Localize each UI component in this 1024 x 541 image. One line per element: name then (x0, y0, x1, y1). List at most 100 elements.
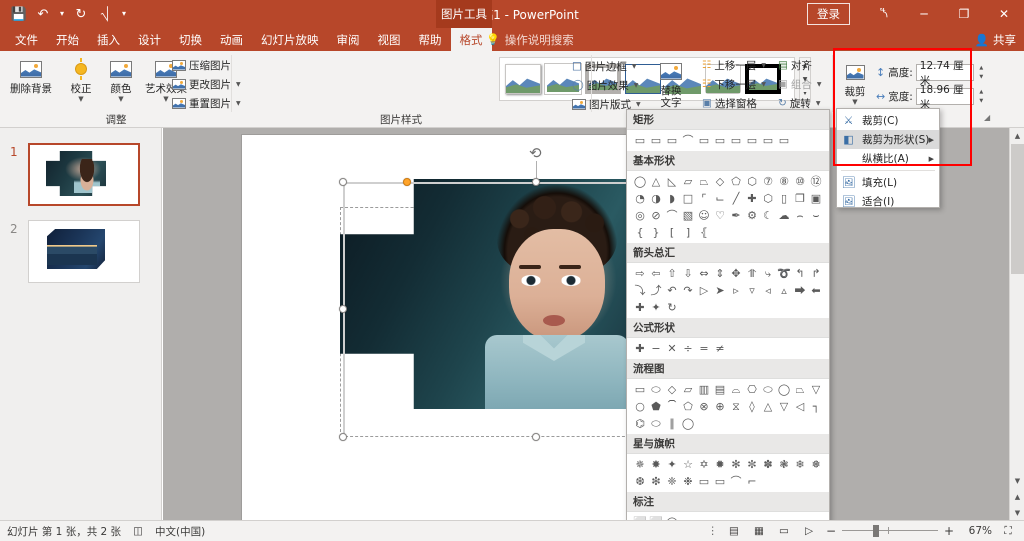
shape-item[interactable]: ✽ (760, 457, 776, 472)
send-backward-button[interactable]: ☷ 下移一层 ▼ (700, 75, 768, 93)
shape-item[interactable]: ▥ (696, 382, 712, 397)
shape-item[interactable]: ✹ (712, 457, 728, 472)
shape-item[interactable]: ] (680, 225, 696, 240)
shape-item[interactable]: ⬡ (760, 191, 776, 206)
shape-item[interactable]: ⇦ (648, 266, 664, 281)
shape-item[interactable]: ✸ (648, 457, 664, 472)
shape-item[interactable]: ⬟ (648, 399, 664, 414)
shape-item[interactable]: ▭ (744, 133, 760, 148)
shape-item[interactable]: ❐ (792, 191, 808, 206)
shape-item[interactable]: ⇨ (632, 266, 648, 281)
shape-item[interactable]: △ (760, 399, 776, 414)
customize-qat-icon[interactable]: ▾ (118, 3, 130, 25)
shape-item[interactable]: ⌬ (632, 416, 648, 431)
shape-item[interactable]: ⌜ (696, 191, 712, 206)
ribbon-tab-2[interactable]: 插入 (88, 28, 129, 51)
shape-item[interactable]: ◑ (648, 191, 664, 206)
shape-item[interactable]: ➤ (712, 283, 728, 298)
shape-item[interactable]: ⚙ (744, 208, 760, 223)
resize-handle-top-middle[interactable] (403, 178, 411, 186)
shape-item[interactable]: ❃ (776, 457, 792, 472)
alt-text-button[interactable]: 替换 文字 (650, 56, 692, 109)
close-icon[interactable]: ✕ (984, 0, 1024, 28)
shape-item[interactable]: ✦ (648, 300, 664, 315)
shape-item[interactable]: ◃ (760, 283, 776, 298)
slide-thumbnail-1[interactable]: 1 (10, 143, 140, 206)
ribbon-tab-6[interactable]: 幻灯片放映 (252, 28, 328, 51)
chevron-down-icon[interactable]: ▼ (852, 98, 857, 105)
shape-item[interactable]: ⬭ (648, 416, 664, 431)
shape-item[interactable]: ✚ (632, 341, 648, 356)
shape-item[interactable]: ○ (632, 399, 648, 414)
slide-thumbnail-2[interactable]: 2 (10, 220, 140, 283)
shape-item[interactable]: ⌒ (680, 133, 696, 148)
shape-item[interactable]: ♡ (712, 208, 728, 223)
fit-to-window-icon[interactable]: ⛶ (999, 523, 1017, 540)
accessibility-icon[interactable]: ⋮ (708, 525, 719, 537)
shape-item[interactable]: ╱ (728, 191, 744, 206)
shape-item[interactable]: △ (648, 174, 664, 189)
shape-item[interactable]: ⊗ (696, 399, 712, 414)
shape-item[interactable]: ▭ (648, 133, 664, 148)
undo-dropdown-icon[interactable]: ▾ (56, 3, 68, 25)
language-label[interactable]: 中文(中国) (155, 524, 205, 539)
shape-item[interactable]: ◇ (664, 382, 680, 397)
color-button[interactable]: 颜色 ▼ (102, 54, 140, 102)
shape-item[interactable]: ⑧ (776, 174, 792, 189)
restore-icon[interactable]: ❐ (944, 0, 984, 28)
slide-sorter-view-button[interactable]: ▦ (750, 523, 768, 540)
shape-item[interactable]: ◊ (744, 399, 760, 414)
shape-item[interactable]: ▷ (696, 283, 712, 298)
ribbon-tab-0[interactable]: 文件 (6, 28, 47, 51)
shape-item[interactable]: ↱ (808, 266, 824, 281)
save-icon[interactable]: 💾 (8, 3, 30, 25)
shape-item[interactable]: } (648, 225, 664, 240)
shape-item[interactable]: ▤ (712, 382, 728, 397)
shape-item[interactable]: ⑫ (808, 174, 824, 189)
shape-item[interactable]: ⬡ (744, 174, 760, 189)
ribbon-tab-8[interactable]: 视图 (369, 28, 410, 51)
shape-item[interactable]: ⎔ (744, 382, 760, 397)
shape-item[interactable]: ▭ (632, 382, 648, 397)
remove-background-button[interactable]: 删除背景 (4, 54, 58, 96)
shape-item[interactable]: ⥣ (744, 266, 760, 281)
shape-item[interactable]: ▯ (776, 191, 792, 206)
chevron-down-icon[interactable]: ▼ (118, 95, 123, 102)
shape-item[interactable]: ▱ (680, 174, 696, 189)
shape-item[interactable]: ☆ (680, 457, 696, 472)
shape-item[interactable]: ▭ (760, 133, 776, 148)
shape-item[interactable]: ⏠ (664, 399, 680, 414)
shape-item[interactable]: ↶ (664, 283, 680, 298)
chevron-down-icon[interactable]: ▼ (236, 81, 241, 88)
shape-width-field[interactable]: ↔ 宽度: 18.96 厘米 ▲ ▼ (876, 84, 986, 111)
shape-item[interactable]: ❈ (664, 474, 680, 489)
shape-item[interactable]: ✻ (728, 457, 744, 472)
scroll-down-icon[interactable]: ▼ (1010, 473, 1024, 488)
resize-handle-middle-left[interactable] (339, 305, 347, 313)
shape-item[interactable]: ⬅ (808, 283, 824, 298)
ribbon-tab-4[interactable]: 切换 (170, 28, 211, 51)
shape-item[interactable]: ⤵ (632, 283, 648, 298)
shape-item[interactable]: ◯ (632, 174, 648, 189)
shape-item[interactable]: ▿ (744, 283, 760, 298)
shape-item[interactable]: ⇔ (696, 266, 712, 281)
shape-item[interactable]: ✚ (744, 191, 760, 206)
size-dialog-launcher[interactable]: ◢ (984, 113, 990, 122)
shape-item[interactable]: ┐ (808, 399, 824, 414)
slideshow-view-button[interactable]: ▷ (800, 523, 818, 540)
shape-item[interactable]: ◔ (632, 191, 648, 206)
shape-item[interactable]: ✚ (632, 300, 648, 315)
shape-item[interactable]: ⌙ (712, 191, 728, 206)
notes-icon[interactable]: ◫ (133, 525, 143, 537)
crop-to-shape-gallery[interactable]: 矩形 ▭ ▭ ▭ ⌒ ▭ ▭ ▭ ▭ ▭ ▭ 基本形状 ◯ △ ◺ ▱ ⏢ ◇ ⬠ ⬡ ⑦ ⑧ ⑩ ⑫ ◔ ◑ ◗ □ ⌜ ⌙ ╱ ✚ ⬡ ▯ ❐ ▣… (626, 109, 830, 532)
shape-item[interactable]: ▹ (728, 283, 744, 298)
shape-item[interactable]: □ (680, 191, 696, 206)
shape-item[interactable]: ☺ (696, 208, 712, 223)
shape-item[interactable]: ✡ (696, 457, 712, 472)
chevron-down-icon[interactable]: ▼ (236, 100, 241, 107)
shape-item[interactable]: ↷ (680, 283, 696, 298)
shape-item[interactable]: ⤷ (760, 266, 776, 281)
width-spinner[interactable]: ▲ ▼ (977, 88, 986, 105)
shape-item[interactable]: ⌐ (744, 474, 760, 489)
zoom-slider[interactable]: − + (825, 524, 955, 538)
